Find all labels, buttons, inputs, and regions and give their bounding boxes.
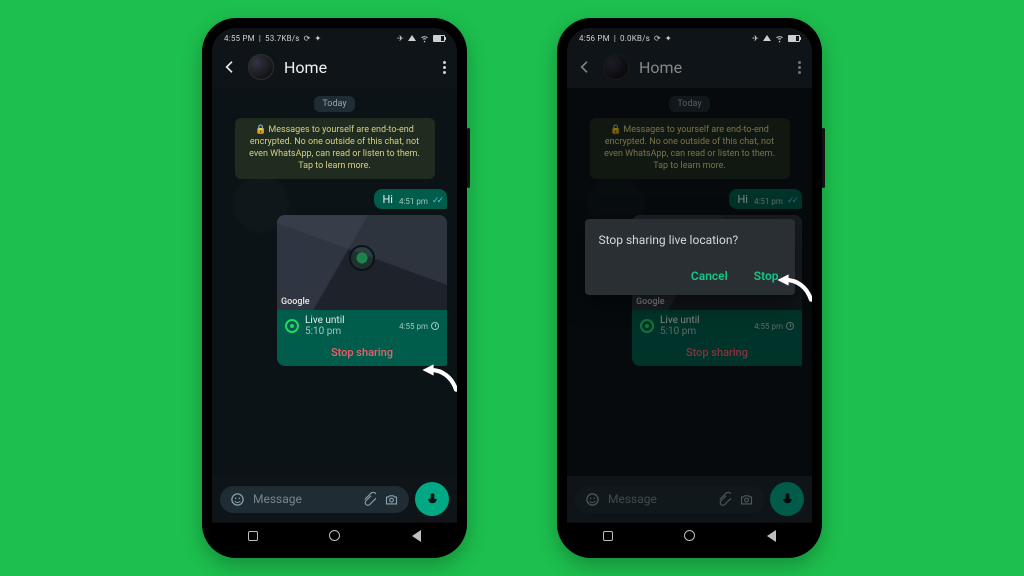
back-icon[interactable] — [222, 59, 238, 75]
message-time: 4:51 pm — [399, 197, 428, 206]
date-chip: Today — [669, 96, 709, 112]
phone-mock-right: 4:56 PM | 0.0KB/s ⟳✦ ✈ Home Today — [557, 18, 822, 558]
status-icons: ✈ — [397, 34, 445, 43]
input-bar: Message — [567, 476, 812, 522]
message-text: Hi — [737, 193, 748, 206]
read-ticks-icon: ✓✓ — [432, 197, 441, 206]
chat-name[interactable]: Home — [284, 58, 433, 77]
status-icons: ✈ — [752, 34, 800, 43]
wifi-icon — [420, 34, 429, 43]
live-until-time: 5:10 pm — [660, 326, 700, 338]
date-chip: Today — [314, 96, 354, 112]
status-time: 4:55 PM — [224, 34, 255, 43]
nav-home-icon[interactable] — [329, 530, 340, 541]
status-net: 0.0KB/s — [620, 34, 650, 43]
status-bar: 4:55 PM | 53.7KB/s ⟳✦ ✈ — [212, 28, 457, 46]
live-until-label: Live until — [660, 315, 700, 327]
avatar[interactable] — [603, 54, 629, 80]
dialog-title: Stop sharing live location? — [599, 233, 781, 247]
broadcast-icon — [285, 319, 299, 333]
battery-icon — [433, 35, 445, 42]
location-pulse-icon — [349, 245, 375, 271]
mic-button[interactable] — [770, 482, 804, 516]
map-attribution: Google — [281, 297, 310, 307]
clock-icon — [431, 322, 439, 330]
screen-left: 4:55 PM | 53.7KB/s ⟳✦ ✈ Home Today — [212, 28, 457, 548]
camera-icon[interactable] — [739, 492, 754, 507]
status-net: 53.7KB/s — [265, 34, 300, 43]
status-bar: 4:56 PM | 0.0KB/s ⟳✦ ✈ — [567, 28, 812, 46]
message-text: Hi — [382, 193, 393, 206]
nav-home-icon[interactable] — [684, 530, 695, 541]
location-sent-time: 4:55 pm — [754, 322, 783, 331]
input-bar: Message — [212, 476, 457, 522]
message-placeholder: Message — [608, 492, 708, 506]
stop-sharing-button[interactable]: Stop sharing — [632, 340, 802, 366]
avatar[interactable] — [248, 54, 274, 80]
emoji-icon[interactable] — [230, 492, 245, 507]
nav-recent-icon[interactable] — [248, 531, 258, 541]
status-time: 4:56 PM — [579, 34, 610, 43]
map-attribution: Google — [636, 297, 665, 307]
more-icon[interactable] — [443, 61, 447, 74]
clock-icon — [786, 322, 794, 330]
encryption-notice[interactable]: 🔒Messages to yourself are end-to-end enc… — [235, 118, 435, 179]
message-input[interactable]: Message — [575, 486, 764, 513]
live-until-label: Live until — [305, 315, 345, 327]
chat-area[interactable]: Today 🔒Messages to yourself are end-to-e… — [212, 88, 457, 476]
chat-name[interactable]: Home — [639, 58, 788, 77]
message-input[interactable]: Message — [220, 486, 409, 513]
camera-icon[interactable] — [384, 492, 399, 507]
message-bubble-out[interactable]: Hi 4:51 pm ✓✓ — [374, 189, 447, 209]
encryption-notice[interactable]: 🔒Messages to yourself are end-to-end enc… — [590, 118, 790, 179]
android-nav — [567, 522, 812, 548]
message-time: 4:51 pm — [754, 197, 783, 206]
lock-icon: 🔒 — [255, 125, 266, 135]
wifi-icon — [775, 34, 784, 43]
stop-sharing-dialog: Stop sharing live location? Cancel Stop — [585, 219, 795, 295]
signal-icon — [763, 35, 771, 41]
chat-header: Home — [212, 46, 457, 88]
more-icon[interactable] — [798, 61, 802, 74]
attach-icon[interactable] — [361, 492, 376, 507]
annotation-arrow — [421, 360, 457, 394]
map-thumbnail[interactable]: Google — [277, 215, 447, 310]
lock-icon: 🔒 — [610, 125, 621, 135]
attach-icon[interactable] — [716, 492, 731, 507]
location-info: Live until 5:10 pm 4:55 pm — [277, 310, 447, 340]
mic-button[interactable] — [415, 482, 449, 516]
cancel-button[interactable]: Cancel — [689, 263, 730, 289]
annotation-arrow — [776, 270, 812, 304]
location-sent-time: 4:55 pm — [399, 322, 428, 331]
message-bubble-out[interactable]: Hi 4:51 pm ✓✓ — [729, 189, 802, 209]
signal-icon — [408, 35, 416, 41]
broadcast-icon — [640, 319, 654, 333]
nav-back-icon[interactable] — [767, 530, 776, 542]
phone-mock-left: 4:55 PM | 53.7KB/s ⟳✦ ✈ Home Today — [202, 18, 467, 558]
nav-recent-icon[interactable] — [603, 531, 613, 541]
battery-icon — [788, 35, 800, 42]
message-placeholder: Message — [253, 492, 353, 506]
live-location-card[interactable]: Google Live until 5:10 pm 4:55 pm — [277, 215, 447, 366]
emoji-icon[interactable] — [585, 492, 600, 507]
android-nav — [212, 522, 457, 548]
screen-right: 4:56 PM | 0.0KB/s ⟳✦ ✈ Home Today — [567, 28, 812, 548]
read-ticks-icon: ✓✓ — [787, 197, 796, 206]
chat-header: Home — [567, 46, 812, 88]
back-icon[interactable] — [577, 59, 593, 75]
live-until-time: 5:10 pm — [305, 326, 345, 338]
nav-back-icon[interactable] — [412, 530, 421, 542]
location-info: Live until 5:10 pm 4:55 pm — [632, 310, 802, 340]
